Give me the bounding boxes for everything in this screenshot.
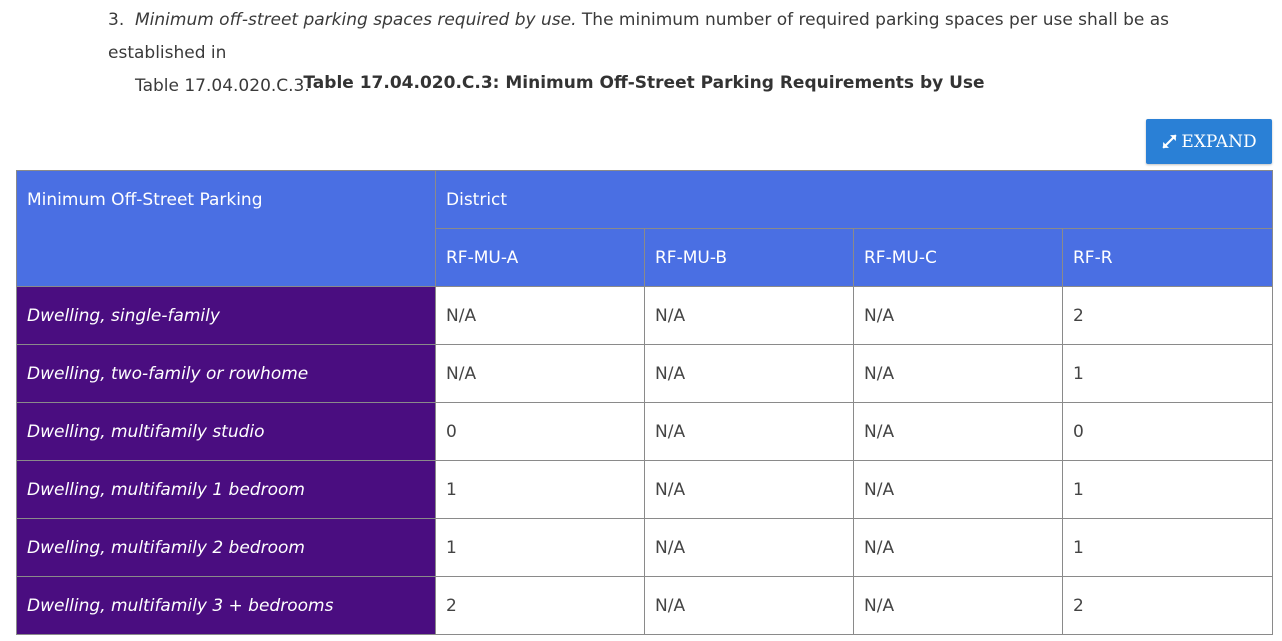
table-row: Dwelling, single-family N/A N/A N/A 2 [16,286,1273,345]
column-header-rf-mu-c: RF-MU-C [853,228,1063,287]
paragraph-lead-italic: Minimum off-street parking spaces requir… [135,10,577,30]
district-group-header: District [435,170,1273,229]
use-cell: Dwelling, single-family [16,286,436,345]
table-caption: Table 17.04.020.C.3: Minimum Off-Street … [303,73,985,93]
value-cell: N/A [853,460,1063,519]
expand-button-label: EXPAND [1181,131,1257,152]
value-cell: N/A [853,286,1063,345]
value-cell: 2 [1062,576,1273,635]
value-cell: N/A [435,344,645,403]
table-row: Dwelling, two-family or rowhome N/A N/A … [16,344,1273,403]
page: 3. Minimum off-street parking spaces requ… [0,0,1282,641]
value-cell: N/A [435,286,645,345]
value-cell: 2 [435,576,645,635]
table-row: Dwelling, multifamily 3 + bedrooms 2 N/A… [16,576,1273,635]
paragraph-number: 3. [108,10,125,30]
use-cell: Dwelling, multifamily 2 bedroom [16,518,436,577]
value-cell: N/A [853,576,1063,635]
value-cell: N/A [644,344,854,403]
parking-requirements-table: Minimum Off-Street Parking District RF-M… [16,170,1273,635]
value-cell: N/A [644,576,854,635]
expand-button[interactable]: EXPAND [1146,119,1272,164]
table-row: Dwelling, multifamily 2 bedroom 1 N/A N/… [16,518,1273,577]
value-cell: N/A [644,286,854,345]
use-cell: Dwelling, two-family or rowhome [16,344,436,403]
value-cell: 0 [1062,402,1273,461]
table-header-row: Minimum Off-Street Parking District [16,170,1273,287]
column-header-rf-r: RF-R [1062,228,1273,287]
value-cell: 1 [435,460,645,519]
value-cell: 2 [1062,286,1273,345]
value-cell: N/A [853,344,1063,403]
value-cell: 0 [435,402,645,461]
value-cell: 1 [1062,344,1273,403]
value-cell: 1 [1062,460,1273,519]
value-cell: 1 [435,518,645,577]
use-cell: Dwelling, multifamily 3 + bedrooms [16,576,436,635]
value-cell: N/A [853,402,1063,461]
column-header-rf-mu-b: RF-MU-B [644,228,854,287]
corner-header: Minimum Off-Street Parking [16,170,436,287]
use-cell: Dwelling, multifamily studio [16,402,436,461]
table-row: Dwelling, multifamily 1 bedroom 1 N/A N/… [16,460,1273,519]
value-cell: N/A [853,518,1063,577]
value-cell: N/A [644,518,854,577]
table-row: Dwelling, multifamily studio 0 N/A N/A 0 [16,402,1273,461]
use-cell: Dwelling, multifamily 1 bedroom [16,460,436,519]
expand-arrows-icon [1161,133,1178,150]
value-cell: N/A [644,402,854,461]
value-cell: N/A [644,460,854,519]
column-header-rf-mu-a: RF-MU-A [435,228,645,287]
value-cell: 1 [1062,518,1273,577]
